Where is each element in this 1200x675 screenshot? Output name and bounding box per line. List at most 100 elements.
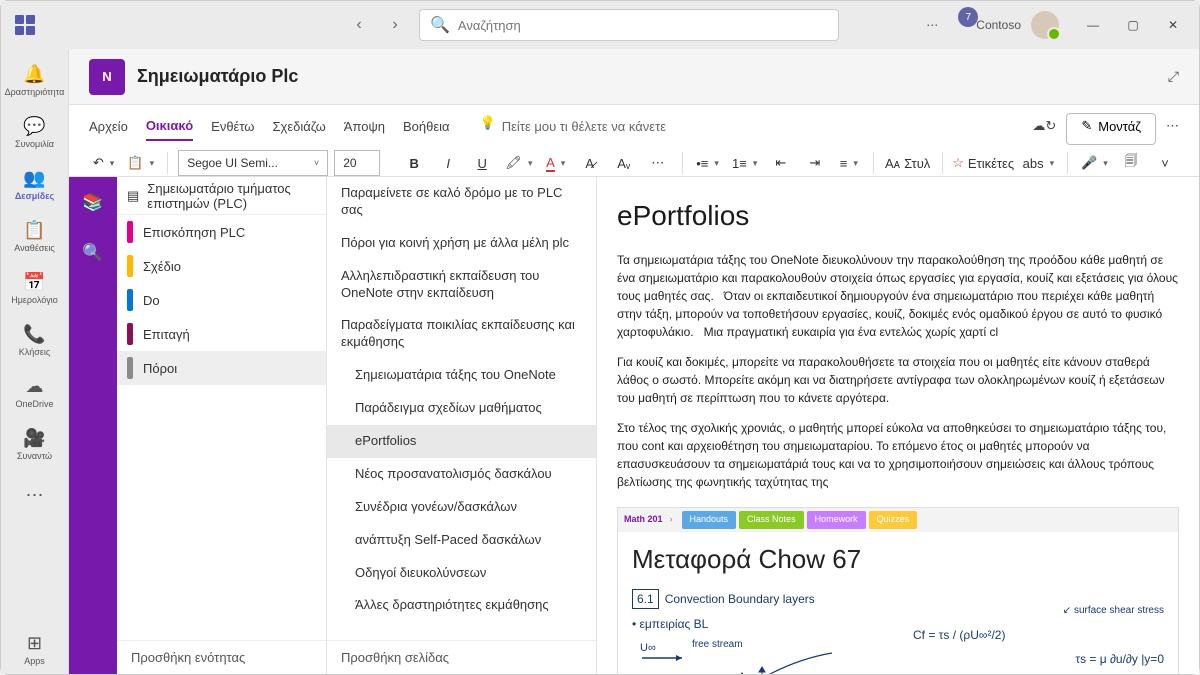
page-paragraph[interactable]: Τα σημειωματάρια τάξης του OneNote διευκ… [617, 251, 1179, 341]
add-section-button[interactable]: Προσθήκη ενότητας [117, 640, 326, 674]
rail-apps[interactable]: ⊞ Apps [5, 624, 65, 674]
page-item[interactable]: Παράδειγμα σχεδίων μαθήματος [327, 392, 596, 425]
ribbon-tab-Βοήθεια[interactable]: Βοήθεια [403, 119, 450, 140]
undo-button[interactable]: ↶▾ [89, 149, 118, 177]
section-item[interactable]: Σχέδιο [117, 249, 326, 283]
tell-me-input[interactable]: 💡 Πείτε μου τι θέλετε να κάνετε [480, 115, 666, 143]
embedded-notebook-image: Math 201 › HandoutsClass NotesHomeworkQu… [617, 507, 1179, 674]
page-item[interactable]: ePortfolios [327, 425, 596, 458]
ribbon-tab-Οικιακό[interactable]: Οικιακό [146, 118, 193, 141]
feed-button[interactable]: 🗐 [1117, 149, 1145, 177]
page-item[interactable]: Παραδείγματα ποικιλίας εκπαίδευσης και ε… [327, 309, 596, 359]
outdent-button[interactable]: ⇤ [767, 149, 795, 177]
notebook-icon: ▤ [127, 188, 139, 204]
apps-icon: ⊞ [27, 633, 42, 654]
pencil-icon: ✎ [1081, 118, 1092, 140]
rail-item-1[interactable]: 💬Συνομιλία [5, 107, 65, 157]
search-notebook-icon[interactable]: 🔍 [77, 237, 109, 269]
font-size-select[interactable]: 20 [334, 150, 380, 176]
search-icon: 🔍 [430, 15, 450, 35]
spell-button[interactable]: abs▾ [1020, 149, 1057, 177]
highlight-button[interactable]: 🖍▾ [502, 149, 536, 177]
rail-item-8[interactable]: ⋯ [5, 471, 65, 521]
rail-item-7[interactable]: 🎥Συναντώ [5, 419, 65, 469]
user-avatar[interactable] [1031, 11, 1059, 39]
ribbon-more-icon[interactable]: ⋯ [1166, 118, 1179, 140]
page-paragraph[interactable]: Στο τέλος της σχολικής χρονιάς, ο μαθητή… [617, 419, 1179, 491]
dictate-button[interactable]: 🎤▾ [1078, 149, 1111, 177]
font-family-select[interactable]: Segoe UI Semi...˅ [178, 150, 328, 176]
section-item[interactable]: Επιταγή [117, 317, 326, 351]
page-item[interactable]: Παραμείνετε σε καλό δρόμο με το PLC σας [327, 177, 596, 227]
page-title[interactable]: ePortfolios [617, 195, 1179, 237]
section-item[interactable]: Do [117, 283, 326, 317]
add-page-button[interactable]: Προσθήκη σελίδας [327, 640, 596, 674]
page-item[interactable]: ανάπτυξη Self-Paced δασκάλων [327, 524, 596, 557]
rail-item-6[interactable]: ☁OneDrive [5, 367, 65, 417]
page-item[interactable]: Πόροι για κοινή χρήση με άλλα μέλη plc [327, 227, 596, 260]
page-item[interactable]: Αλληλεπιδραστική εκπαίδευση του OneNote … [327, 260, 596, 310]
nav-back-button[interactable]: ‹ [343, 9, 375, 41]
ribbon-tab-Αρχείο[interactable]: Αρχείο [89, 119, 128, 140]
page-item[interactable]: Νέος προσανατολισμός δασκάλου [327, 458, 596, 491]
page-item[interactable]: Άλλες δραστηριότητες εκμάθησης [327, 589, 596, 622]
tab-header: N Σημειωματάριο Plc ⤢ [69, 49, 1199, 105]
section-item[interactable]: Επισκόπηση PLC [117, 215, 326, 249]
clear-format-button[interactable]: A̷ [576, 149, 604, 177]
styles-button[interactable]: Aᴀ Στυλ [884, 149, 932, 177]
more-icon[interactable]: ⋯ [926, 18, 938, 32]
rail-icon: 📋 [23, 220, 45, 241]
embedded-tab: Homework [807, 511, 866, 529]
embedded-nb-name: Math 201 [624, 513, 663, 527]
onenote-nav-bar: 📚 🔍 [69, 177, 117, 674]
svg-text:free stream: free stream [692, 639, 743, 650]
rail-item-0[interactable]: 🔔Δραστηριότητα [5, 55, 65, 105]
editing-mode-button[interactable]: ✎Μοντάζ [1066, 113, 1156, 145]
svg-text:U∞: U∞ [640, 642, 656, 654]
underline-button[interactable]: U [468, 149, 496, 177]
rail-item-3[interactable]: 📋Αναθέσεις [5, 211, 65, 261]
window-minimize-button[interactable]: — [1075, 11, 1111, 39]
rail-item-5[interactable]: 📞Κλήσεις [5, 315, 65, 365]
nav-forward-button[interactable]: › [379, 9, 411, 41]
page-item[interactable]: Οδηγοί διευκολύνσεων [327, 557, 596, 590]
page-canvas[interactable]: ePortfolios Τα σημειωματάρια τάξης του O… [597, 177, 1199, 674]
ribbon-tab-Άποψη[interactable]: Άποψη [344, 119, 385, 140]
numbering-button[interactable]: 1≡▾ [729, 149, 761, 177]
rail-item-2[interactable]: 👥Δεσμίδες [5, 159, 65, 209]
format-painter-button[interactable]: Aᵥ [610, 149, 638, 177]
bullets-button[interactable]: •≡▾ [693, 149, 723, 177]
notebooks-icon[interactable]: 📚 [77, 187, 109, 219]
window-maximize-button[interactable]: ▢ [1115, 11, 1151, 39]
paste-button[interactable]: 📋▾ [124, 149, 157, 177]
section-item[interactable]: Πόροι [117, 351, 326, 385]
page-paragraph[interactable]: Για κουίζ και δοκιμές, μπορείτε να παρακ… [617, 353, 1179, 407]
indent-button[interactable]: ⇥ [801, 149, 829, 177]
rail-icon: 🔔 [23, 64, 45, 85]
font-color-button[interactable]: A▾ [542, 149, 570, 177]
align-button[interactable]: ≡▾ [835, 149, 863, 177]
lightbulb-icon: 💡 [480, 115, 496, 137]
toolbar-more-1[interactable]: ⋯ [644, 149, 672, 177]
sync-icon[interactable]: ☁↻ [1032, 118, 1056, 140]
page-item[interactable]: Συνέδρια γονέων/δασκάλων [327, 491, 596, 524]
ribbon-tab-Ενθέτω[interactable]: Ενθέτω [211, 119, 254, 140]
notebook-header[interactable]: ▤ Σημειωματάριο τμήματος επιστημών (PLC) [117, 177, 326, 215]
tags-button[interactable]: ☆Ετικέτες [953, 149, 1014, 177]
ribbon-tab-Σχεδιάζω[interactable]: Σχεδιάζω [272, 119, 325, 140]
toolbar: ↶▾ 📋▾ Segoe UI Semi...˅ 20 B I U 🖍▾ A▾ A… [69, 145, 1199, 181]
page-item[interactable]: Σημειωματάρια τάξης του OneNote [327, 359, 596, 392]
expand-icon[interactable]: ⤢ [1168, 68, 1179, 85]
italic-button[interactable]: I [434, 149, 462, 177]
rail-item-4[interactable]: 📅Ημερολόγιο [5, 263, 65, 313]
tab-title: Σημειωματάριο Plc [137, 66, 298, 87]
onenote-icon: N [89, 59, 125, 95]
search-input[interactable] [458, 18, 828, 33]
bold-button[interactable]: B [400, 149, 428, 177]
toolbar-expand-icon[interactable]: ˅ [1151, 149, 1179, 177]
page-list: Παραμείνετε σε καλό δρόμο με το PLC σαςΠ… [327, 177, 597, 674]
notification-badge[interactable]: 7 [948, 15, 966, 35]
rail-icon: 💬 [23, 116, 45, 137]
window-close-button[interactable]: ✕ [1155, 11, 1191, 39]
search-box[interactable]: 🔍 [419, 9, 839, 41]
